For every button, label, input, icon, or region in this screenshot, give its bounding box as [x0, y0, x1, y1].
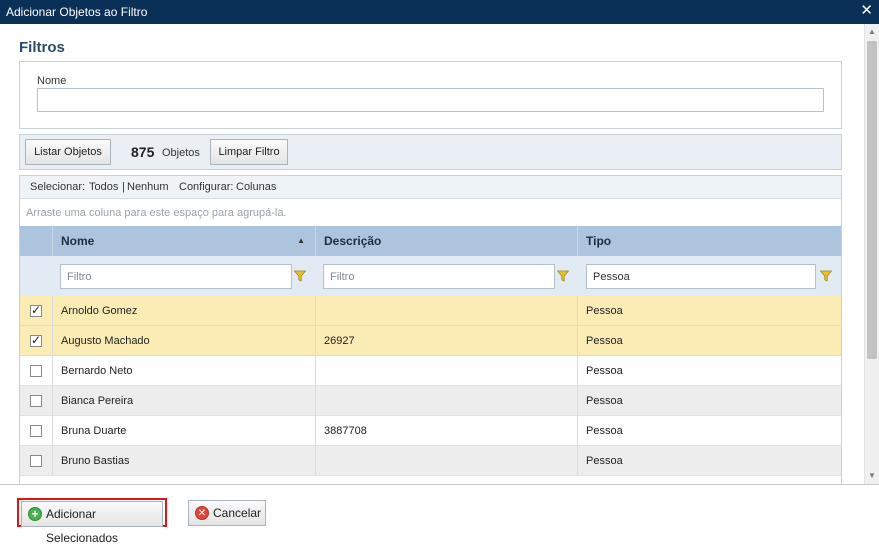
header-descricao-label: Descrição [324, 234, 382, 248]
row-select-cell [20, 416, 52, 446]
tipo-column-filter-input[interactable] [586, 264, 816, 289]
nome-filter-cell [60, 264, 310, 289]
sort-asc-icon: ▲ [297, 236, 305, 245]
config-columns-link[interactable]: Colunas [236, 181, 276, 193]
table-row[interactable]: Bianca Pereira Pessoa [20, 386, 841, 416]
row-select-cell [20, 386, 52, 416]
table-row[interactable]: Bruno Bastias Pessoa [20, 446, 841, 476]
cancel-label: Cancelar [213, 506, 262, 520]
checkbox-icon[interactable] [30, 395, 42, 407]
descricao-column-filter-input[interactable] [323, 264, 555, 289]
header-nome[interactable]: Nome ▲ [52, 226, 315, 256]
dialog-title: Adicionar Objetos ao Filtro [6, 5, 148, 19]
cell-tipo: Pessoa [577, 386, 841, 416]
checkbox-icon[interactable] [30, 365, 42, 377]
cell-descricao [315, 446, 577, 476]
header-tipo-label: Tipo [586, 234, 612, 248]
table-row[interactable]: Bernardo Neto Pessoa [20, 356, 841, 386]
grid-header: Nome ▲ Descrição Tipo [20, 226, 841, 256]
header-nome-label: Nome [61, 234, 95, 248]
scroll-up-icon[interactable]: ▲ [865, 24, 879, 40]
cell-descricao: 3887708 [315, 416, 577, 446]
cell-nome: Bruno Bastias [52, 446, 315, 476]
select-prefix: Selecionar: [30, 181, 86, 193]
cell-nome: Augusto Machado [52, 326, 315, 356]
close-icon[interactable]: ✕ [860, 3, 873, 19]
scroll-down-icon[interactable]: ▼ [865, 468, 879, 484]
list-objects-button[interactable]: Listar Objetos [25, 139, 111, 165]
row-select-cell [20, 326, 52, 356]
select-all-link[interactable]: Todos [89, 181, 118, 193]
cell-descricao: 26927 [315, 326, 577, 356]
dialog-content: Filtros Nome Listar Objetos 875 Objetos … [0, 24, 864, 484]
cell-tipo: Pessoa [577, 416, 841, 446]
checkbox-icon[interactable] [30, 425, 42, 437]
cell-nome: Bernardo Neto [52, 356, 315, 386]
cancel-button[interactable]: ✕ Cancelar [188, 500, 266, 526]
grid-options-bar: Selecionar: Todos | Nenhum Configurar: C… [20, 176, 841, 199]
clear-filter-button[interactable]: Limpar Filtro [210, 139, 288, 165]
scrollbar-thumb[interactable] [867, 41, 877, 359]
group-drop-area[interactable]: Arraste uma coluna para este espaço para… [20, 200, 841, 225]
header-descricao[interactable]: Descrição [315, 226, 577, 256]
cell-nome: Bruna Duarte [52, 416, 315, 446]
name-filter-input[interactable] [37, 88, 824, 112]
add-icon: + [28, 507, 42, 521]
add-selected-button[interactable]: + Adicionar Selecionados [21, 501, 163, 545]
cell-nome: Bianca Pereira [52, 386, 315, 416]
row-select-cell [20, 446, 52, 476]
cell-tipo: Pessoa [577, 446, 841, 476]
filters-heading: Filtros [19, 39, 65, 56]
filter-funnel-icon[interactable] [294, 270, 306, 282]
grid-filter-row [20, 256, 841, 296]
add-selected-label: Adicionar Selecionados [46, 507, 119, 545]
objects-grid: Selecionar: Todos | Nenhum Configurar: C… [19, 175, 842, 484]
dialog-title-bar: Adicionar Objetos ao Filtro ✕ [0, 0, 879, 24]
row-select-cell [20, 296, 52, 326]
filter-funnel-icon[interactable] [557, 270, 569, 282]
objects-count-label: Objetos [162, 147, 200, 159]
cell-tipo: Pessoa [577, 326, 841, 356]
name-filter-label: Nome [37, 75, 67, 87]
row-select-cell [20, 356, 52, 386]
tipo-filter-cell [586, 264, 836, 289]
checkbox-icon[interactable] [30, 332, 42, 348]
filter-funnel-icon[interactable] [820, 270, 832, 282]
objects-count: 875 [131, 144, 155, 160]
config-prefix: Configurar: [179, 181, 234, 193]
cell-descricao [315, 356, 577, 386]
dialog-scrollbar[interactable]: ▲ ▼ [864, 24, 879, 484]
select-separator: | [122, 181, 125, 193]
objects-toolbar: Listar Objetos 875 Objetos Limpar Filtro [19, 134, 842, 170]
checkbox-icon[interactable] [30, 302, 42, 318]
cell-descricao [315, 386, 577, 416]
table-row[interactable]: Augusto Machado 26927 Pessoa [20, 326, 841, 356]
select-none-link[interactable]: Nenhum [127, 181, 169, 193]
nome-column-filter-input[interactable] [60, 264, 292, 289]
table-row[interactable]: Bruna Duarte 3887708 Pessoa [20, 416, 841, 446]
checkbox-icon[interactable] [30, 455, 42, 467]
header-tipo[interactable]: Tipo [577, 226, 841, 256]
descricao-filter-cell [323, 264, 573, 289]
cell-descricao [315, 296, 577, 326]
table-row[interactable]: Arnoldo Gomez Pessoa [20, 296, 841, 326]
header-checkbox-column [20, 226, 52, 256]
dialog-footer: + Adicionar Selecionados ✕ Cancelar [0, 485, 879, 545]
cell-tipo: Pessoa [577, 296, 841, 326]
cancel-icon: ✕ [195, 506, 209, 520]
cell-tipo: Pessoa [577, 356, 841, 386]
cell-nome: Arnoldo Gomez [52, 296, 315, 326]
filters-panel: Nome [19, 61, 842, 129]
